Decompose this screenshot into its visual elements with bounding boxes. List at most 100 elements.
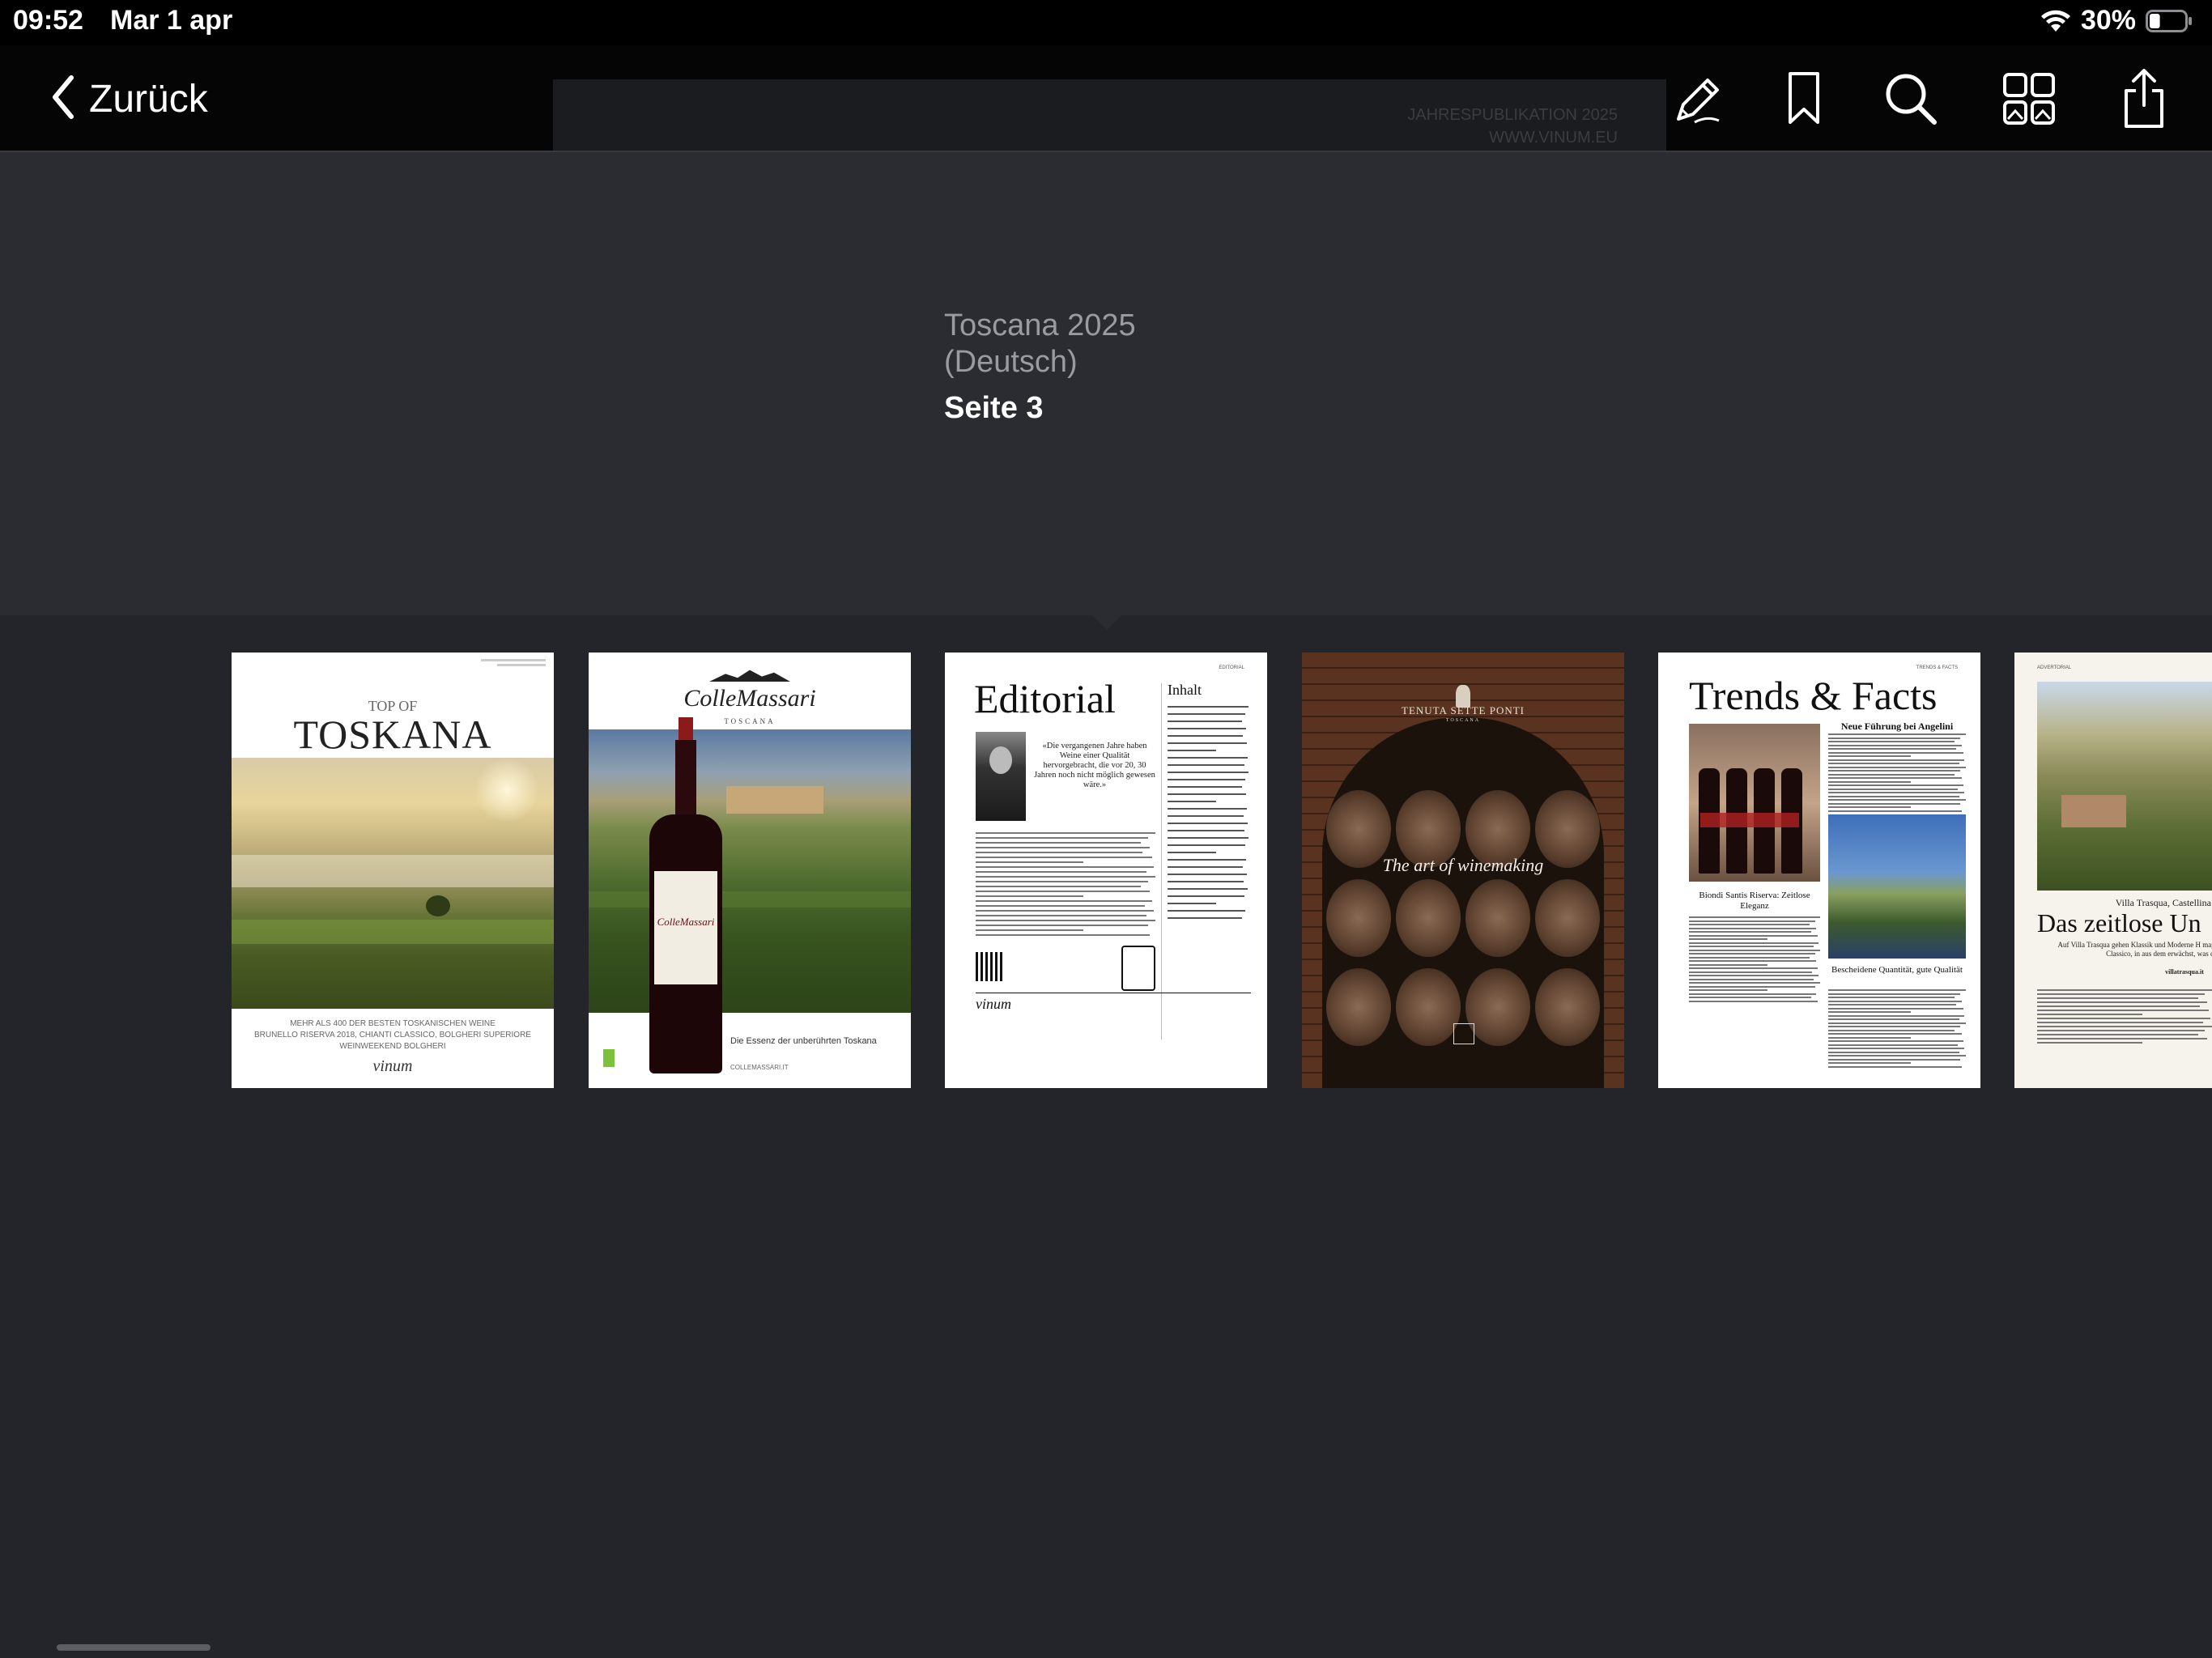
battery-icon xyxy=(2146,9,2193,33)
text-line xyxy=(976,871,1146,873)
ad-tagline: Die Essenz der unberührten Toskana xyxy=(730,1036,877,1046)
ad-url: COLLEMASSARI.IT xyxy=(730,1064,789,1071)
thumbnail-page-1[interactable]: TOP OF TOSKANA MEHR ALS 400 DER BESTEN T… xyxy=(232,653,554,1088)
cover-caption-line-1: MEHR ALS 400 DER BESTEN TOSKANISCHEN WEI… xyxy=(290,1019,496,1028)
text-line xyxy=(976,837,1149,839)
text-line xyxy=(1168,742,1247,744)
text-line xyxy=(1689,989,1768,991)
ad-brand-sub: TOSCANA xyxy=(724,717,776,725)
ad-brand: ColleMassari xyxy=(683,685,816,712)
text-line xyxy=(976,900,1152,902)
text-line xyxy=(1828,806,1911,808)
text-line xyxy=(976,832,1155,834)
text-line xyxy=(1168,772,1249,773)
text-line xyxy=(2037,1001,2207,1003)
text-line xyxy=(1168,844,1245,846)
text-line xyxy=(1828,1014,1965,1017)
text-line xyxy=(2037,1005,2200,1007)
text-line xyxy=(1828,997,1955,998)
markup-pen-icon[interactable] xyxy=(1666,66,1731,131)
text-line xyxy=(1689,971,1813,973)
text-line xyxy=(1828,993,1961,995)
text-line xyxy=(1689,949,1820,951)
text-line xyxy=(1689,938,1768,940)
villa-text xyxy=(2037,989,2212,1046)
text-line xyxy=(1828,1048,1965,1049)
text-line xyxy=(1828,1065,1962,1068)
text-line xyxy=(1168,721,1242,722)
share-icon[interactable] xyxy=(2112,66,2176,131)
tablet-image xyxy=(1121,946,1155,991)
text-line xyxy=(2037,1010,2209,1011)
text-line xyxy=(1689,931,1811,933)
peek-line-2: WWW.VINUM.EU xyxy=(1489,129,1618,147)
text-line xyxy=(1689,982,1820,984)
villa-kicker: Villa Trasqua, Castellina in xyxy=(2115,897,2212,908)
text-line xyxy=(1689,963,1768,966)
battery-percent: 30% xyxy=(2080,5,2136,36)
text-line xyxy=(1168,764,1244,766)
text-line xyxy=(1168,823,1248,824)
barrel xyxy=(1535,968,1600,1046)
status-right: 30% xyxy=(2040,5,2193,36)
text-line xyxy=(976,842,1142,844)
text-line xyxy=(1828,773,1955,776)
home-indicator xyxy=(57,1644,211,1651)
text-line xyxy=(1689,1000,1818,1002)
villa-section-tag: ADVERTORIAL xyxy=(2037,665,2072,670)
editorial-quote: «Die vergangenen Jahre haben Weine einer… xyxy=(1034,742,1155,789)
text-line xyxy=(1689,927,1817,929)
text-line xyxy=(1689,924,1810,925)
page-label: Seite 3 xyxy=(944,391,1044,425)
text-line xyxy=(2037,1018,2210,1019)
text-line xyxy=(1168,903,1216,904)
thumbnails-grid-icon[interactable] xyxy=(1997,66,2061,131)
text-line xyxy=(1168,757,1248,759)
page-peek: JAHRESPUBLIKATION 2025 WWW.VINUM.EU xyxy=(553,79,1666,151)
text-line xyxy=(1828,784,1963,786)
text-line xyxy=(1168,830,1244,831)
thumbnail-page-3[interactable]: EDITORIAL Editorial Inhalt «Die vergange… xyxy=(945,653,1267,1088)
text-line xyxy=(1828,1062,1911,1064)
text-line xyxy=(2037,1014,2142,1015)
text-line xyxy=(1168,750,1216,751)
text-line xyxy=(1828,759,1965,761)
text-line xyxy=(976,866,1154,868)
text-line xyxy=(1168,793,1246,795)
thumbnail-page-4[interactable]: TENUTA SETTE PONTI TOSCANA The art of wi… xyxy=(1302,653,1624,1088)
text-line xyxy=(1168,786,1242,788)
thumbnail-page-6[interactable]: ADVERTORIAL Villa Trasqua, Castellina in… xyxy=(2014,653,2212,1088)
status-bar: 09:52 Mar 1 apr 30% xyxy=(0,0,2212,45)
text-line xyxy=(1828,1044,1958,1046)
text-line xyxy=(976,847,1151,848)
text-line xyxy=(1689,946,1814,947)
back-button[interactable]: Zurück xyxy=(50,74,208,123)
wifi-icon xyxy=(2040,9,2071,33)
document-title: Toscana 2025 (Deutsch) xyxy=(944,308,1136,379)
editorial-toc-heading: Inhalt xyxy=(1168,682,1202,698)
text-line xyxy=(1828,1018,1959,1020)
text-line xyxy=(1168,910,1245,912)
text-line xyxy=(1828,766,1966,768)
editorial-section-tag: EDITORIAL xyxy=(1219,665,1244,670)
text-line xyxy=(1168,801,1216,802)
text-line xyxy=(1828,1055,1966,1056)
text-line xyxy=(1689,916,1820,918)
editorial-body-text xyxy=(976,832,1155,939)
text-line xyxy=(1828,777,1962,779)
barrel xyxy=(1465,968,1530,1046)
editor-portrait-image xyxy=(976,732,1026,821)
search-icon[interactable] xyxy=(1878,66,1943,131)
thumbnail-page-2[interactable]: ColleMassari TOSCANA ColleMassari Die Es… xyxy=(589,653,911,1088)
trends-caption-2: Bescheidene Quantität, gute Qualität xyxy=(1831,965,1963,975)
text-line xyxy=(1828,755,1911,757)
trends-heading: Trends & Facts xyxy=(1689,673,1938,718)
text-line xyxy=(1828,737,1961,739)
text-line xyxy=(1828,780,1911,783)
thumbnail-page-5[interactable]: TRENDS & FACTS Trends & Facts Neue Führu… xyxy=(1658,653,1980,1088)
text-line xyxy=(1828,989,1966,991)
text-line xyxy=(1828,751,1963,754)
text-line xyxy=(1689,934,1818,937)
text-line xyxy=(1828,1029,1955,1031)
bookmark-icon[interactable] xyxy=(1772,66,1836,131)
